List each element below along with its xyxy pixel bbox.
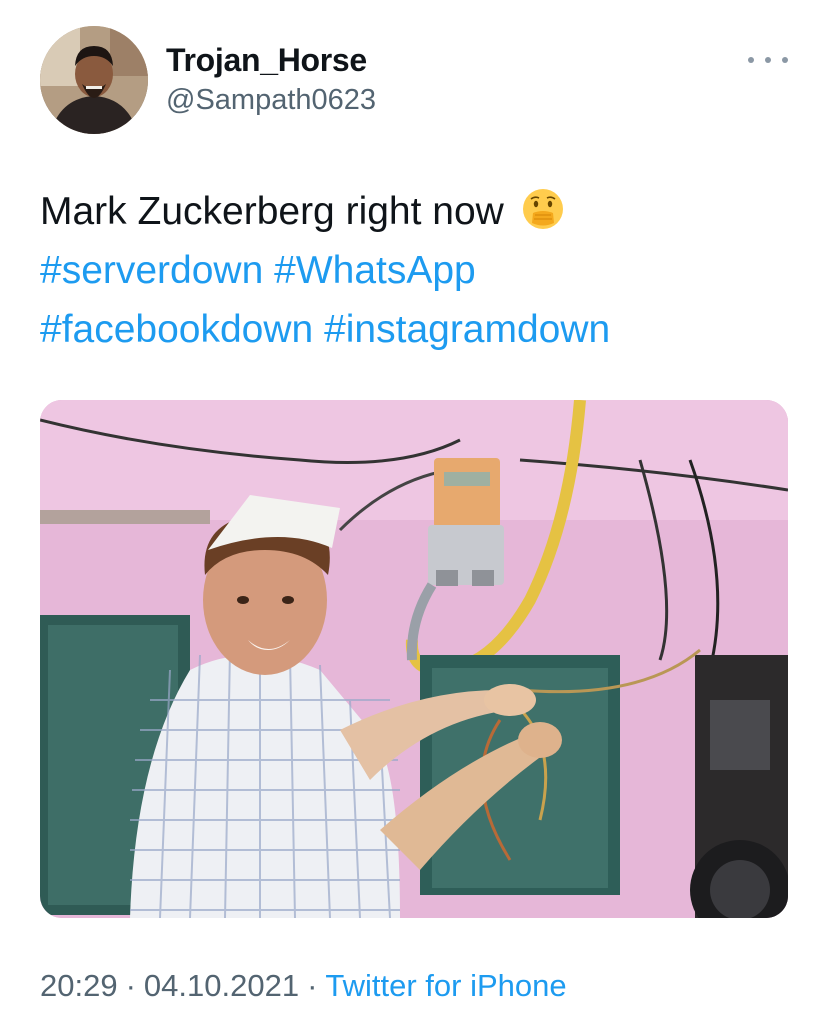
- avatar-image: [40, 26, 148, 134]
- hashtag-link[interactable]: #instagramdown: [324, 308, 610, 351]
- more-options-icon[interactable]: [748, 50, 788, 70]
- avatar[interactable]: [40, 26, 148, 134]
- tweet: Trojan_Horse @Sampath0623 Mark Zuckerber…: [0, 0, 828, 1030]
- hashtag-link[interactable]: #WhatsApp: [274, 249, 476, 292]
- author-handle[interactable]: @Sampath0623: [166, 84, 376, 117]
- tweet-meta: 20:29 · 04.10.2021 · Twitter for iPhone: [40, 968, 567, 1004]
- face-with-hand-over-mouth-icon: [521, 187, 565, 231]
- tweet-time[interactable]: 20:29: [40, 968, 118, 1003]
- photo-image: [40, 400, 788, 918]
- hashtag-link[interactable]: #serverdown: [40, 249, 263, 292]
- tweet-photo[interactable]: [40, 400, 788, 918]
- meta-separator: ·: [125, 968, 136, 1003]
- author-display-name[interactable]: Trojan_Horse: [166, 42, 367, 79]
- meta-separator: ·: [307, 968, 318, 1003]
- tweet-date[interactable]: 04.10.2021: [144, 968, 299, 1003]
- tweet-source-link[interactable]: Twitter for iPhone: [325, 968, 566, 1003]
- tweet-text: Mark Zuckerberg right now #serverdown #W…: [40, 182, 800, 359]
- tweet-body: Mark Zuckerberg right now: [40, 190, 504, 233]
- hashtag-link[interactable]: #facebookdown: [40, 308, 313, 351]
